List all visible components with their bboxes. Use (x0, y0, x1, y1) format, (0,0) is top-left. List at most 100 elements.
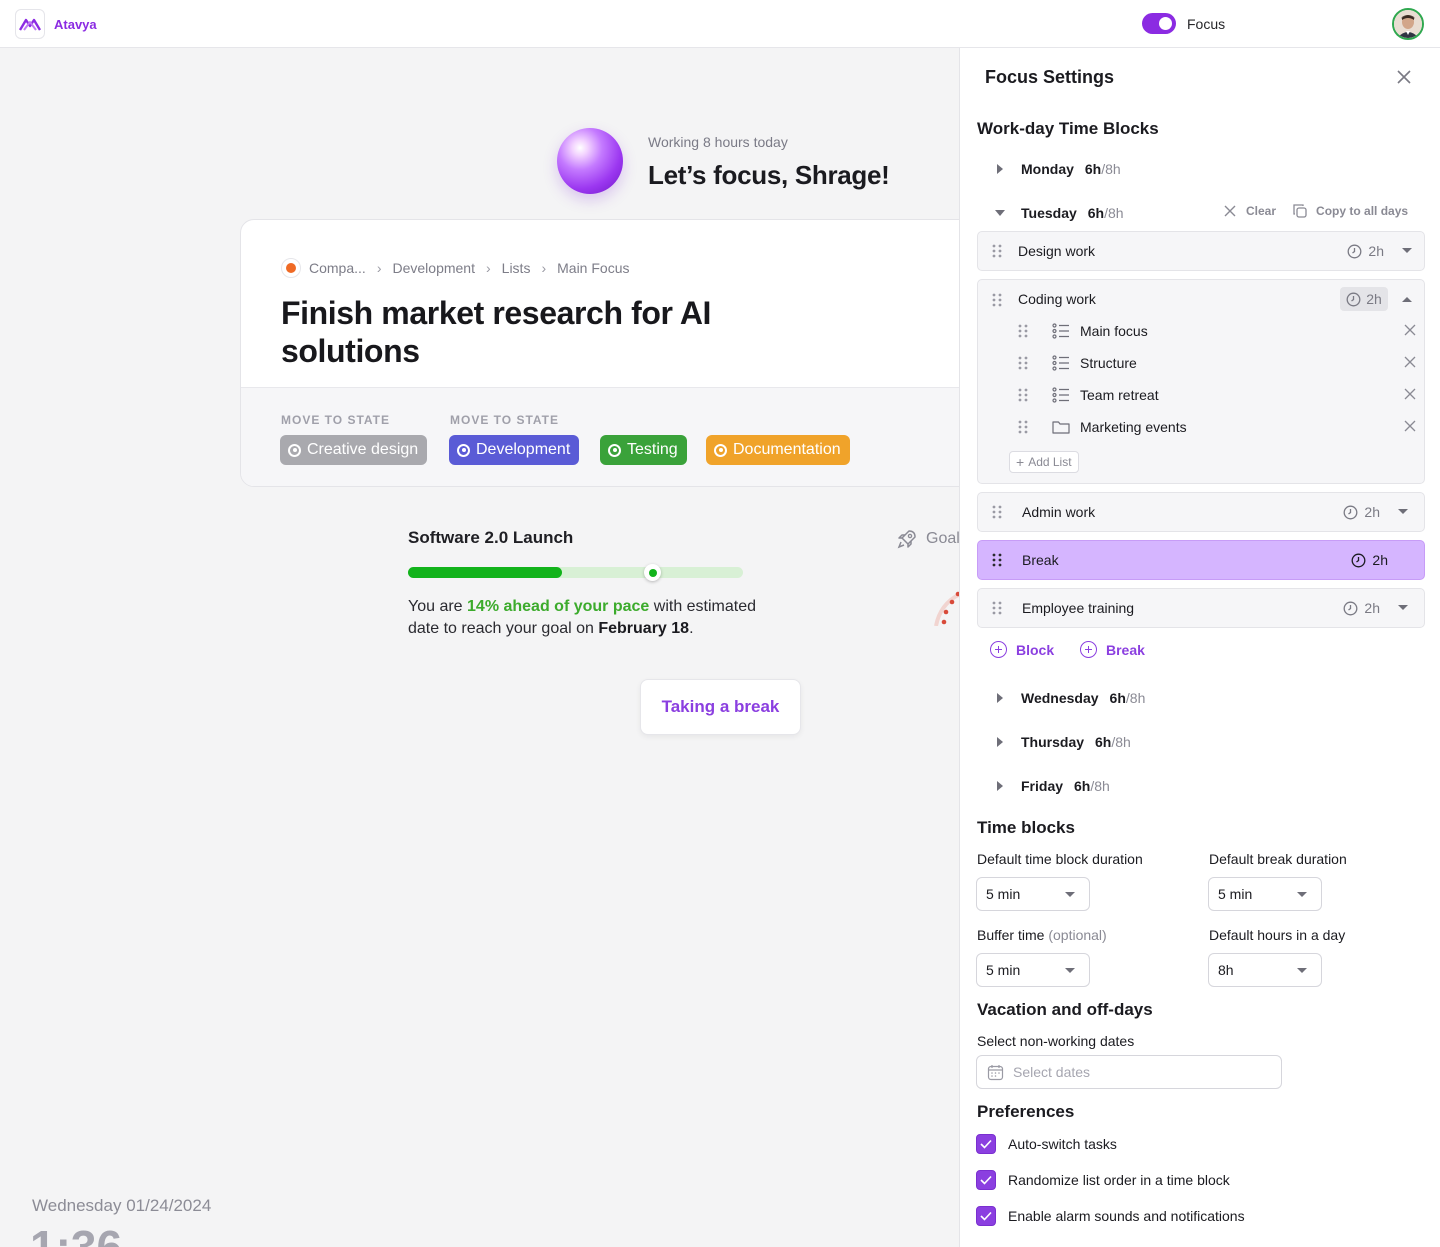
goal-link-label: Goal (926, 530, 960, 547)
block-duration[interactable]: 2h (1343, 600, 1380, 616)
caret-right-icon (987, 693, 1013, 703)
pref-auto-switch[interactable]: Auto-switch tasks (976, 1134, 1117, 1154)
block-name: Admin work (1022, 504, 1096, 520)
add-break-button[interactable]: Break (1080, 641, 1145, 658)
caret-down-icon[interactable] (1398, 508, 1408, 516)
add-block-label: Block (1016, 641, 1055, 658)
block-duration[interactable]: 2h (1351, 552, 1388, 568)
clock-icon (1347, 244, 1362, 258)
default-hours-select[interactable]: 8h (1208, 953, 1322, 987)
taking-a-break-button[interactable]: Taking a break (640, 679, 801, 735)
day-row-wednesday[interactable]: Wednesday 6h/8h (977, 686, 1145, 710)
list-item[interactable]: Marketing events (1016, 415, 1416, 439)
breadcrumb-item-lists[interactable]: Lists (502, 260, 531, 276)
caret-up-icon[interactable] (1402, 295, 1412, 303)
remove-icon[interactable] (1404, 356, 1416, 368)
time-block-coding-work[interactable]: Coding work 2h Main focus Structure Team… (977, 279, 1425, 484)
select-value: 8h (1218, 962, 1234, 978)
drag-handle-icon[interactable] (992, 293, 1002, 307)
time-block-break[interactable]: Break 2h (977, 540, 1425, 580)
pace-highlight: 14% ahead of your pace (467, 598, 650, 615)
state-pill-testing[interactable]: Testing (600, 435, 687, 465)
confetti-icon (934, 591, 960, 626)
app-logo[interactable] (15, 9, 45, 39)
state-label: Documentation (733, 441, 841, 458)
goal-link[interactable]: Goal (896, 528, 960, 550)
block-duration[interactable]: 2h (1343, 504, 1380, 520)
block-duration[interactable]: 2h (1340, 287, 1388, 311)
caret-down-icon[interactable] (1402, 247, 1412, 255)
day-row-thursday[interactable]: Thursday 6h/8h (977, 730, 1131, 754)
drag-handle-icon[interactable] (1016, 356, 1030, 370)
select-value: 5 min (986, 886, 1021, 902)
focus-toggle[interactable] (1142, 13, 1176, 34)
remove-icon[interactable] (1404, 420, 1416, 432)
drag-handle-icon[interactable] (1016, 388, 1030, 402)
clock-icon (1343, 505, 1358, 519)
clear-label: Clear (1246, 204, 1277, 218)
caret-down-icon[interactable] (1398, 604, 1408, 612)
default-block-select[interactable]: 5 min (976, 877, 1090, 911)
state-pill-documentation[interactable]: Documentation (706, 435, 850, 465)
drag-handle-icon[interactable] (992, 553, 1002, 567)
list-item[interactable]: Structure (1016, 351, 1416, 375)
select-dates-input[interactable]: Select dates (976, 1055, 1282, 1089)
drag-handle-icon[interactable] (1016, 420, 1030, 434)
state-label: Creative design (307, 441, 419, 458)
list-item[interactable]: Team retreat (1016, 383, 1416, 407)
state-pill-creative-design[interactable]: Creative design (280, 435, 428, 465)
radio-dot-icon (608, 443, 621, 457)
clear-button[interactable]: Clear (1224, 204, 1276, 218)
pace-date: February 18 (598, 620, 690, 637)
breadcrumb-item-development[interactable]: Development (392, 260, 475, 276)
caret-down-icon (1065, 892, 1075, 897)
checkbox-checked-icon[interactable] (976, 1206, 996, 1226)
close-icon[interactable] (1392, 65, 1416, 89)
pref-randomize-order[interactable]: Randomize list order in a time block (976, 1170, 1230, 1190)
user-avatar[interactable] (1392, 8, 1424, 40)
drag-handle-icon[interactable] (992, 505, 1002, 519)
default-break-select[interactable]: 5 min (1208, 877, 1322, 911)
block-name: Break (1022, 552, 1059, 568)
top-bar: Atavya Focus (0, 0, 1440, 48)
default-block-label: Default time block duration (977, 851, 1143, 867)
day-name: Monday (1021, 161, 1074, 177)
caret-down-icon (1297, 892, 1307, 897)
remove-icon[interactable] (1404, 324, 1416, 336)
time-block-admin-work[interactable]: Admin work 2h (977, 492, 1425, 532)
day-row-tuesday[interactable]: Tuesday 6h/8h (977, 201, 1124, 225)
drag-handle-icon[interactable] (992, 244, 1002, 258)
time-block-design-work[interactable]: Design work 2h (977, 231, 1425, 271)
add-list-button[interactable]: + Add List (1009, 451, 1079, 473)
breadcrumb-item-main-focus[interactable]: Main Focus (557, 260, 629, 276)
time-block-employee-training[interactable]: Employee training 2h (977, 588, 1425, 628)
company-icon (281, 258, 301, 278)
add-break-label: Break (1106, 641, 1145, 658)
time-blocks-heading: Time blocks (977, 818, 1075, 837)
radio-dot-icon (457, 443, 470, 457)
caret-down-icon (1065, 968, 1075, 973)
app-name: Atavya (54, 17, 97, 32)
copy-to-all-days-button[interactable]: Copy to all days (1292, 203, 1408, 219)
buffer-time-select[interactable]: 5 min (976, 953, 1090, 987)
remove-icon[interactable] (1404, 388, 1416, 400)
drag-handle-icon[interactable] (1016, 324, 1030, 338)
block-name: Design work (1018, 243, 1096, 259)
pref-alarm-sounds[interactable]: Enable alarm sounds and notifications (976, 1206, 1245, 1226)
list-name: Main focus (1080, 323, 1148, 339)
caret-right-icon (987, 737, 1013, 747)
list-item[interactable]: Main focus (1016, 319, 1416, 343)
checkbox-checked-icon[interactable] (976, 1134, 996, 1154)
plus-icon: + (1016, 454, 1025, 470)
day-row-monday[interactable]: Monday 6h/8h (977, 157, 1121, 181)
checkbox-checked-icon[interactable] (976, 1170, 996, 1190)
day-row-friday[interactable]: Friday 6h/8h (977, 774, 1110, 798)
add-block-button[interactable]: Block (990, 641, 1054, 658)
breadcrumb-item-company[interactable]: Compa... (309, 260, 366, 276)
state-pill-development[interactable]: Development (449, 435, 580, 465)
timer-display: 1:36 (30, 1221, 123, 1247)
drag-handle-icon[interactable] (992, 601, 1002, 615)
copy-icon (1293, 204, 1307, 218)
block-duration[interactable]: 2h (1347, 243, 1384, 259)
day-hours: 6h/8h (1095, 734, 1131, 750)
